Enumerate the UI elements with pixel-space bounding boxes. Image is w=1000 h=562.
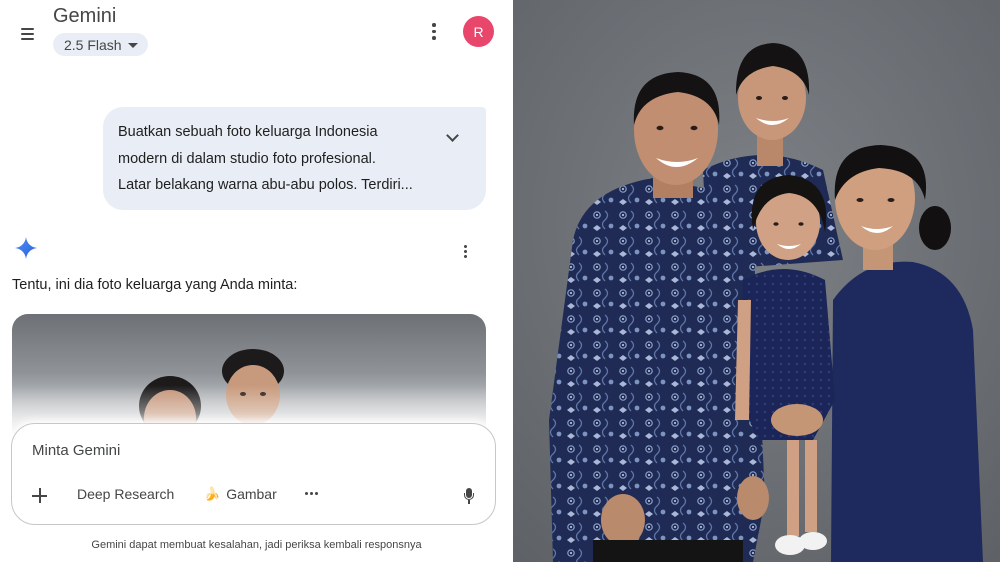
avatar[interactable]: R	[463, 16, 494, 47]
family-photo	[513, 0, 1000, 562]
user-message-line: modern di dalam studio foto profesional.	[118, 150, 376, 167]
disclaimer-text: Gemini dapat membuat kesalahan, jadi per…	[91, 539, 422, 551]
menu-icon[interactable]	[14, 22, 40, 46]
user-message-line: Buatkan sebuah foto keluarga Indonesia	[118, 124, 378, 140]
response-more-vert-icon[interactable]	[464, 245, 467, 258]
plus-icon[interactable]	[30, 486, 50, 506]
app-title: Gemini	[53, 5, 117, 27]
deep-research-label: Deep Research	[77, 486, 175, 502]
user-message-text: Buatkan sebuah foto keluarga Indonesia m…	[118, 119, 443, 199]
expand-message-chevron-icon[interactable]	[446, 129, 459, 142]
prompt-composer: Deep Research 🍌 Gambar	[11, 423, 496, 525]
image-tool-button[interactable]: 🍌 Gambar	[204, 486, 277, 502]
user-message-bubble: Buatkan sebuah foto keluarga Indonesia m…	[103, 107, 486, 210]
assistant-reply-text: Tentu, ini dia foto keluarga yang Anda m…	[12, 277, 298, 293]
image-tool-label: Gambar	[226, 486, 277, 502]
prompt-input[interactable]	[32, 442, 412, 459]
deep-research-button[interactable]: Deep Research	[77, 486, 174, 502]
model-label: 2.5 Flash	[64, 36, 122, 53]
chevron-down-icon	[127, 42, 138, 48]
more-horiz-icon[interactable]	[305, 492, 318, 495]
mic-icon[interactable]	[464, 488, 474, 506]
banana-icon: 🍌	[204, 486, 221, 501]
gemini-app-panel: Gemini 2.5 Flash R Buatkan sebuah foto k…	[0, 0, 513, 562]
model-selector[interactable]: 2.5 Flash	[53, 33, 148, 56]
more-vert-icon[interactable]	[432, 23, 436, 40]
gemini-spark-icon	[15, 237, 37, 259]
user-message-line: Latar belakang warna abu-abu polos. Terd…	[118, 177, 413, 193]
